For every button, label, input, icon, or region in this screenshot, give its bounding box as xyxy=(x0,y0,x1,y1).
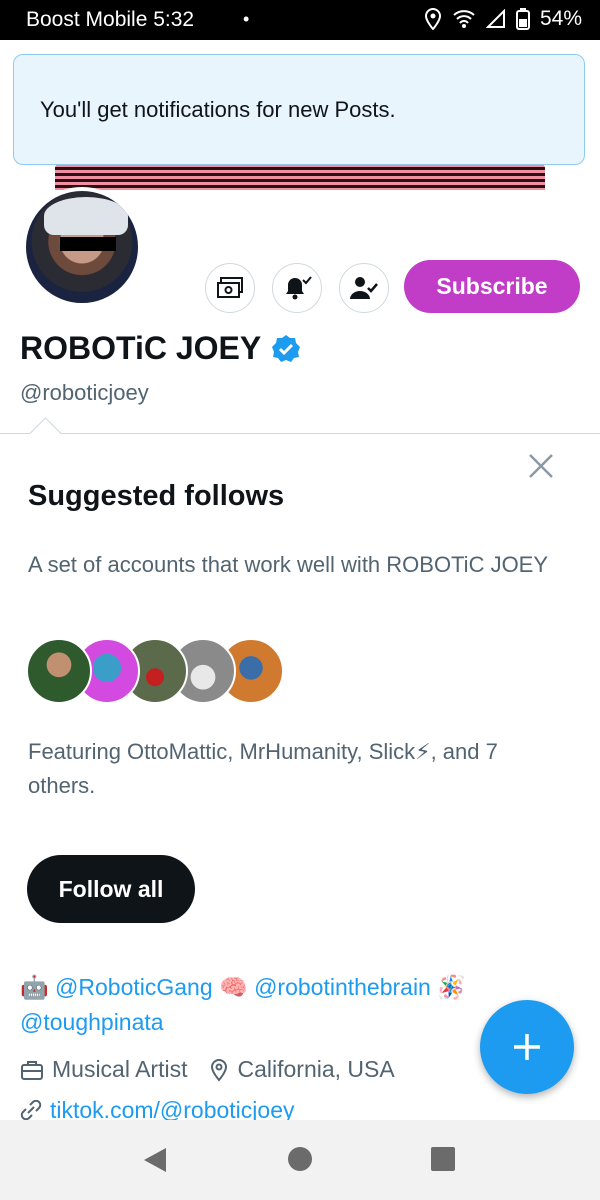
featuring-text: Featuring OttoMattic, MrHumanity, Slick⚡… xyxy=(28,739,498,798)
pinata-emoji: 🪅 xyxy=(437,974,466,1000)
brain-emoji: 🧠 xyxy=(219,974,248,1000)
display-name: ROBOTiC JOEY xyxy=(20,330,262,366)
banner-artwork xyxy=(55,164,545,190)
suggested-description: A set of accounts that work well with RO… xyxy=(28,552,549,577)
following-button[interactable] xyxy=(339,263,389,313)
status-icons: 54% xyxy=(424,7,582,31)
link-icon xyxy=(20,1100,42,1120)
compose-button[interactable] xyxy=(480,1000,574,1094)
verified-badge-icon xyxy=(272,334,301,362)
signal-icon xyxy=(485,9,505,28)
avatar-glasses xyxy=(60,237,116,251)
bell-check-icon xyxy=(286,276,312,300)
carrier-time: Boost Mobile 5:32 xyxy=(26,8,195,31)
notification-dot: • xyxy=(243,9,250,29)
suggested-avatar xyxy=(26,638,92,704)
back-icon[interactable] xyxy=(142,1146,168,1174)
plus-icon xyxy=(514,1034,540,1060)
suggested-title: Suggested follows xyxy=(28,480,285,512)
profile-bio: 🤖 @RoboticGang 🧠 @robotinthebrain 🪅 @tou… xyxy=(20,970,520,1040)
location-text: California, USA xyxy=(237,1056,395,1082)
divider xyxy=(0,433,600,434)
follow-all-button[interactable]: Follow all xyxy=(27,855,195,923)
recents-icon[interactable] xyxy=(431,1147,455,1171)
bio-link-roboticgang[interactable]: @RoboticGang xyxy=(55,974,213,1000)
status-bar: Boost Mobile 5:32 • 54% xyxy=(0,0,600,40)
wifi-icon xyxy=(453,10,475,28)
location-pin-icon xyxy=(211,1058,228,1082)
tip-button[interactable] xyxy=(205,263,255,313)
profile-name: ROBOTiC JOEY xyxy=(20,330,301,367)
person-check-icon xyxy=(350,277,378,299)
website-row[interactable]: tiktok.com/@roboticjoey xyxy=(20,1100,295,1120)
suggested-avatars[interactable] xyxy=(26,638,284,706)
bio-link-robotinthebrain[interactable]: @robotinthebrain xyxy=(254,974,431,1000)
notifications-button[interactable] xyxy=(272,263,322,313)
home-icon[interactable] xyxy=(288,1147,312,1171)
category-text: Musical Artist xyxy=(52,1056,188,1082)
battery-icon xyxy=(515,8,530,30)
battery-percent: 54% xyxy=(539,7,582,30)
close-icon[interactable] xyxy=(526,451,556,481)
robot-emoji: 🤖 xyxy=(20,974,49,1000)
website-link[interactable]: tiktok.com/@roboticjoey xyxy=(50,1100,295,1120)
location-icon xyxy=(424,8,441,30)
avatar-cap xyxy=(44,197,128,235)
profile-meta: Musical Artist California, USA xyxy=(20,1056,395,1083)
avatar[interactable] xyxy=(22,187,142,307)
money-icon xyxy=(217,277,243,298)
subscribe-button[interactable]: Subscribe xyxy=(404,260,580,313)
notification-toast: You'll get notifications for new Posts. xyxy=(13,54,585,165)
bio-link-toughpinata[interactable]: @toughpinata xyxy=(20,1009,164,1035)
toast-message: You'll get notifications for new Posts. xyxy=(40,97,396,122)
callout-caret xyxy=(29,417,62,450)
profile-handle: @roboticjoey xyxy=(20,380,149,405)
briefcase-icon xyxy=(21,1060,43,1080)
